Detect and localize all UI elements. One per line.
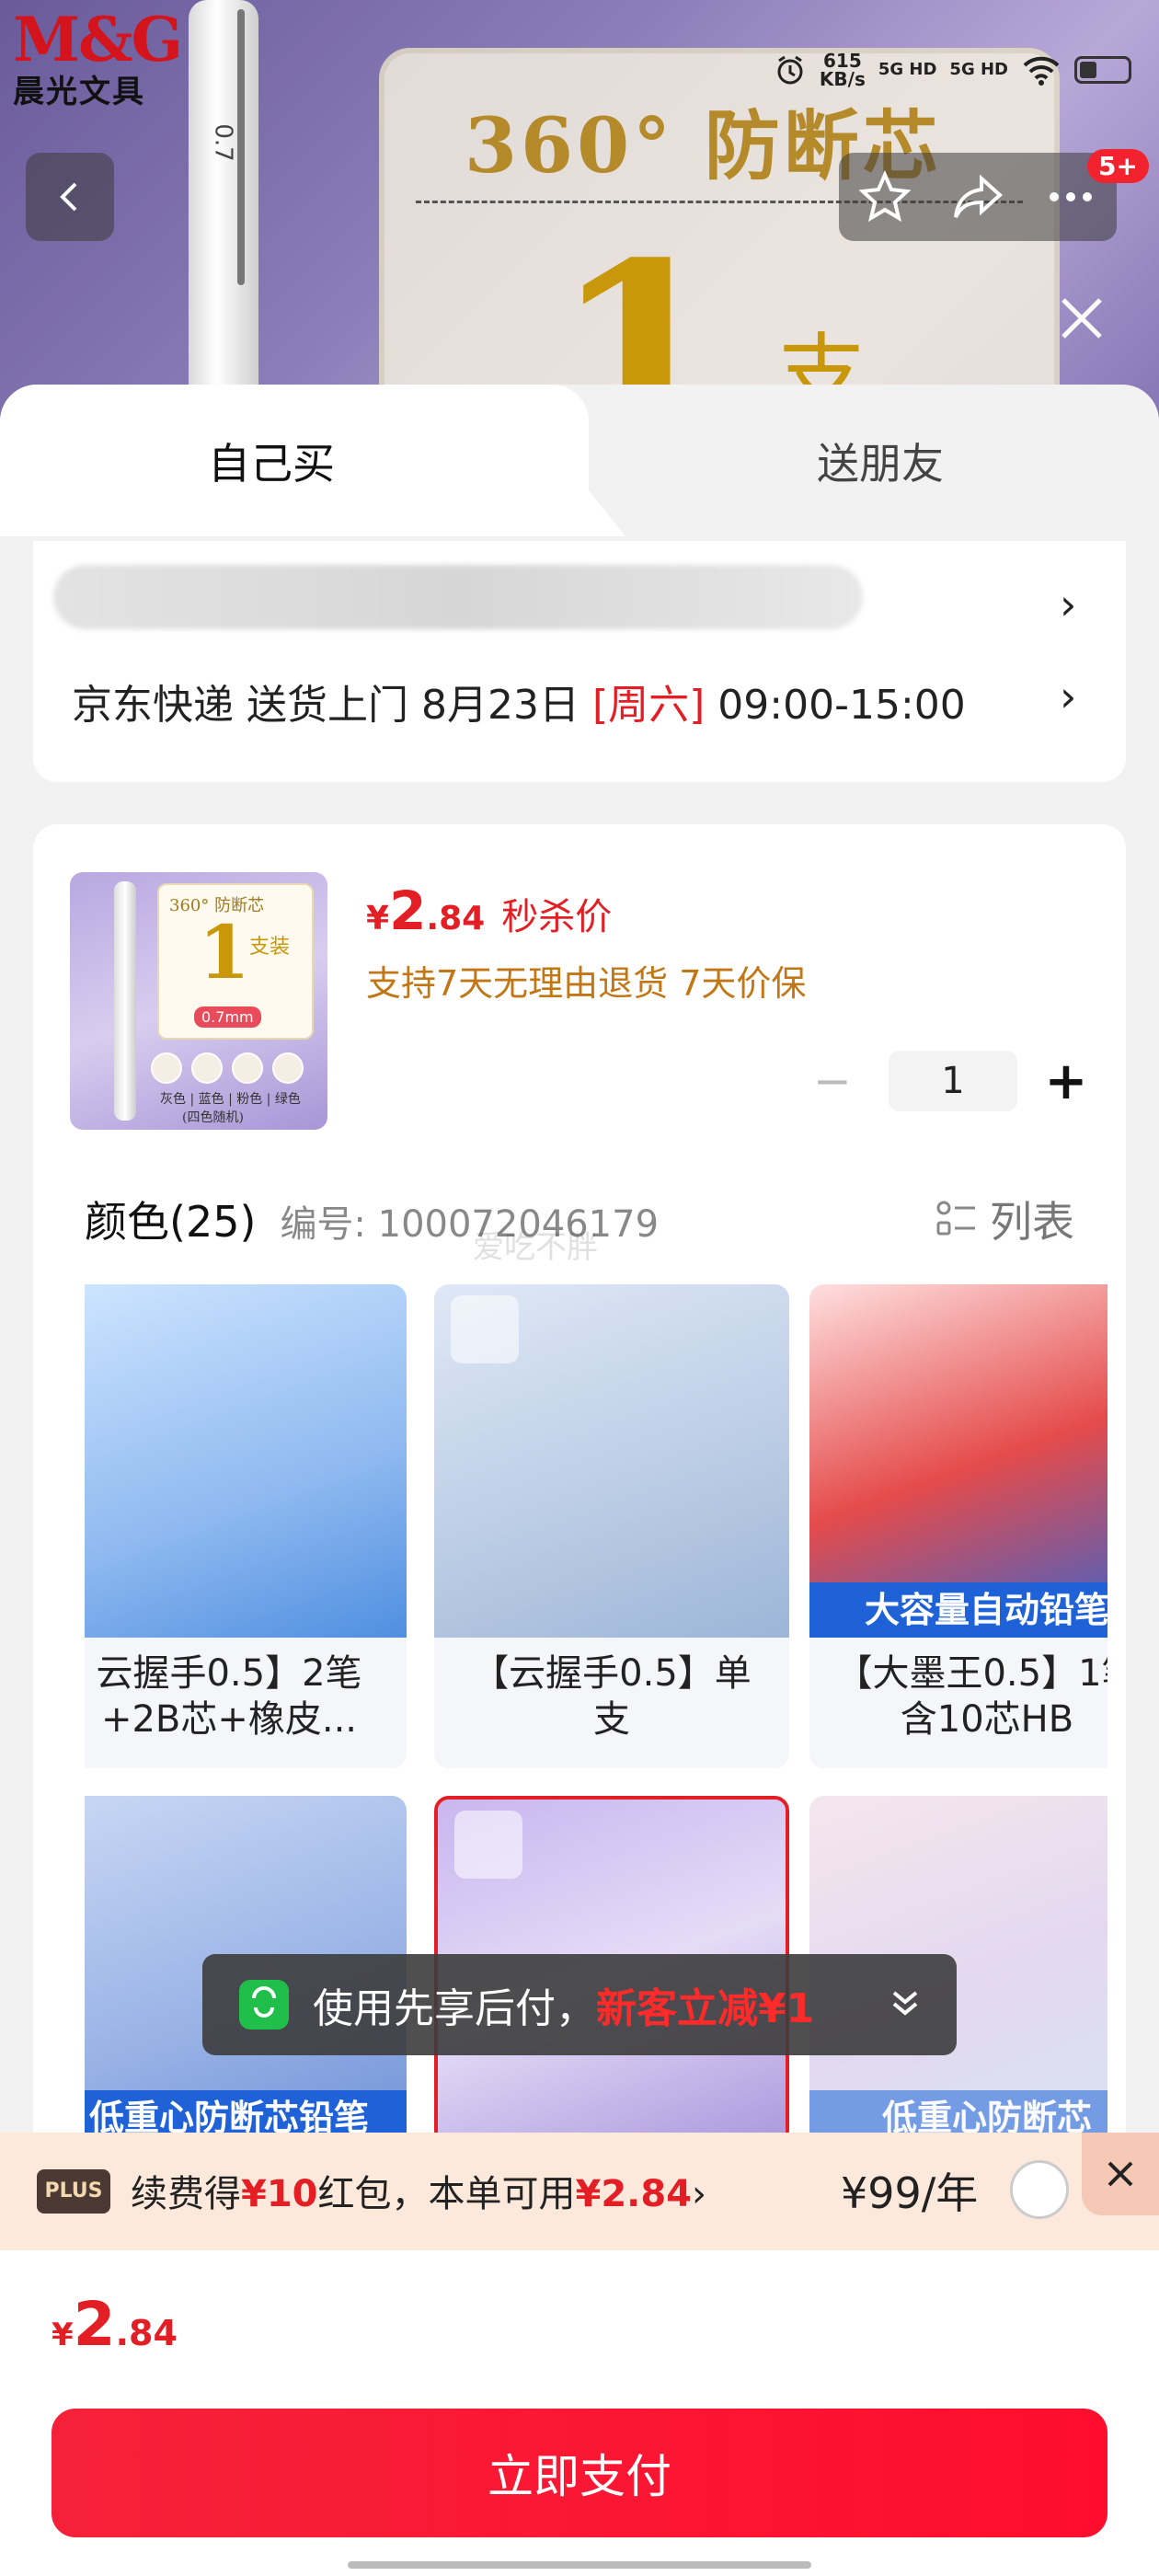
plus-close-button[interactable] xyxy=(1082,2133,1159,2215)
price-integer: 2 xyxy=(389,880,427,942)
signal-2: 5G HD xyxy=(949,60,1008,79)
thumb-unit: 支装 xyxy=(249,936,291,959)
message-badge: 5+ xyxy=(1087,149,1149,183)
increase-button[interactable]: + xyxy=(1043,1052,1089,1111)
list-view-label: 列表 xyxy=(990,1197,1074,1247)
variant-item[interactable]: 大容量自动铅笔 【大墨王0.5】1笔 含10芯HB xyxy=(809,1284,1107,1768)
chevron-left-icon xyxy=(60,182,77,212)
close-icon[interactable] xyxy=(1054,291,1109,346)
price-currency: ¥ xyxy=(366,900,390,937)
price-decimal: .84 xyxy=(426,900,486,937)
network-speed-value: 615 xyxy=(822,50,862,72)
plus-text-2: 红包，本单可用 xyxy=(317,2173,576,2215)
hero-pen-label: 0.7 xyxy=(209,123,237,162)
thumb-caption: 灰色 | 蓝色 | 粉色 | 绿色 (四色随机) xyxy=(160,1089,301,1126)
quantity-field[interactable]: 1 xyxy=(889,1051,1017,1111)
tab-gift-friend[interactable]: 送朋友 xyxy=(817,431,944,491)
variant-item[interactable]: 云握手0.5】2笔 +2B芯+橡皮... xyxy=(85,1284,407,1768)
variant-image xyxy=(85,1284,407,1638)
plus-arrow-icon: › xyxy=(692,2173,707,2215)
battery-icon xyxy=(1074,56,1131,84)
brand-logo: M&G 晨光文具 xyxy=(13,4,183,111)
total-currency: ¥ xyxy=(52,2317,74,2353)
pay-later-discount: 新客立减¥1 xyxy=(596,1985,815,2032)
purchase-tabs: 自己买 送朋友 xyxy=(0,385,1159,536)
pay-later-toast[interactable]: 使用先享后付，新客立减¥1 xyxy=(202,1954,957,2055)
plus-badge: PLUS xyxy=(37,2169,110,2214)
thumb-caption-colors: 灰色 | 蓝色 | 粉色 | 绿色 xyxy=(160,1092,301,1107)
total-decimal: .84 xyxy=(115,2313,178,2353)
product-price: ¥2.84 秒杀价 xyxy=(366,880,612,942)
product-code: 编号: 100072046179 xyxy=(280,1203,660,1246)
plus-select-radio[interactable] xyxy=(1010,2160,1069,2219)
variant-item[interactable]: 【云握手0.5】单 支 xyxy=(434,1284,789,1768)
share-icon[interactable] xyxy=(950,169,1005,224)
more-icon[interactable] xyxy=(1043,169,1098,224)
variant-corner-tag xyxy=(454,1811,522,1879)
plus-price: ¥99/年 xyxy=(841,2168,979,2218)
address-chevron-icon: › xyxy=(1060,580,1077,629)
thumb-mm: 0.7mm xyxy=(194,1006,261,1028)
plus-membership-bar[interactable]: PLUS 续费得¥10红包，本单可用¥2.84› ¥99/年 xyxy=(0,2133,1159,2250)
delivery-weekday: [周六] xyxy=(591,682,706,729)
product-thumbnail[interactable]: 360° 防断芯 1 支装 0.7mm 灰色 | 蓝色 | 粉色 | 绿色 (四色… xyxy=(70,872,327,1130)
variant-caption: 云握手0.5】2笔 +2B芯+橡皮... xyxy=(96,1652,362,1741)
tab-buy-for-self-label: 自己买 xyxy=(208,439,335,489)
wifi-icon xyxy=(1023,56,1060,86)
variant-caption: 【云握手0.5】单 支 xyxy=(472,1652,752,1741)
plus-offer-text: 续费得¥10红包，本单可用¥2.84› xyxy=(131,2164,706,2217)
total-price: ¥2.84 xyxy=(52,2289,178,2360)
plus-text-1: 续费得 xyxy=(131,2173,241,2215)
delivery-chevron-icon: › xyxy=(1060,672,1077,721)
network-speed: 615 KB/s xyxy=(820,52,866,88)
home-indicator[interactable] xyxy=(348,2561,811,2569)
thumb-color-dots xyxy=(151,1052,304,1084)
status-bar: 615 KB/s 5G HD 5G HD xyxy=(774,52,1131,88)
chevron-double-down-icon xyxy=(892,1991,918,2016)
brand-logo-mark: M&G xyxy=(13,4,183,75)
variant-title: 颜色(25) xyxy=(85,1197,257,1247)
pay-later-label: 使用先享后付， xyxy=(313,1985,596,2032)
checkout-footer: ¥2.84 立即支付 xyxy=(0,2250,1159,2576)
list-view-toggle[interactable]: 列表 xyxy=(935,1189,1074,1249)
variant-caption: 【大墨王0.5】1笔 含10芯HB xyxy=(835,1652,1107,1741)
total-integer: 2 xyxy=(73,2289,116,2360)
variant-banner: 大容量自动铅笔 xyxy=(809,1582,1107,1638)
close-icon xyxy=(1107,2161,1133,2187)
decrease-button[interactable]: − xyxy=(809,1054,855,1108)
top-action-group xyxy=(839,153,1117,241)
return-guarantee: 支持7天无理由退货 7天价保 xyxy=(366,963,807,1004)
thumb-number: 1 xyxy=(199,909,250,995)
back-button[interactable] xyxy=(26,153,114,241)
pay-now-button[interactable]: 立即支付 xyxy=(52,2409,1107,2537)
plus-red-2: ¥2.84 xyxy=(575,2173,693,2215)
star-icon[interactable] xyxy=(857,169,912,224)
thumb-pen xyxy=(114,881,136,1121)
delivery-time[interactable]: 京东快递 送货上门 8月23日 [周六] 09:00-15:00 xyxy=(72,672,966,730)
tab-buy-for-self[interactable]: 自己买 xyxy=(0,385,589,536)
signal-1: 5G HD xyxy=(878,60,937,79)
quantity-stepper: − 1 + xyxy=(809,1051,1104,1111)
variant-corner-tag xyxy=(451,1295,519,1363)
delivery-window: 09:00-15:00 xyxy=(705,682,966,729)
alarm-icon xyxy=(777,55,803,85)
hero-pen-clip xyxy=(237,9,245,285)
pay-later-text: 使用先享后付，新客立减¥1 xyxy=(313,1975,814,2034)
address-card[interactable]: › 京东快递 送货上门 8月23日 [周六] 09:00-15:00 › xyxy=(33,541,1126,782)
network-speed-unit: KB/s xyxy=(819,68,866,90)
watermark: 爱吃不胖 xyxy=(473,1229,598,1266)
delivery-method: 京东快递 送货上门 8月23日 xyxy=(72,682,592,729)
address-redacted xyxy=(53,565,863,629)
list-icon xyxy=(936,1201,975,1236)
thumb-caption-random: (四色随机) xyxy=(182,1110,244,1125)
price-tag: 秒杀价 xyxy=(501,896,613,938)
plus-red-1: ¥10 xyxy=(241,2173,318,2215)
variant-image: 大容量自动铅笔 xyxy=(809,1284,1107,1638)
shopping-bag-icon xyxy=(239,1980,289,2030)
variant-image xyxy=(434,1284,789,1638)
